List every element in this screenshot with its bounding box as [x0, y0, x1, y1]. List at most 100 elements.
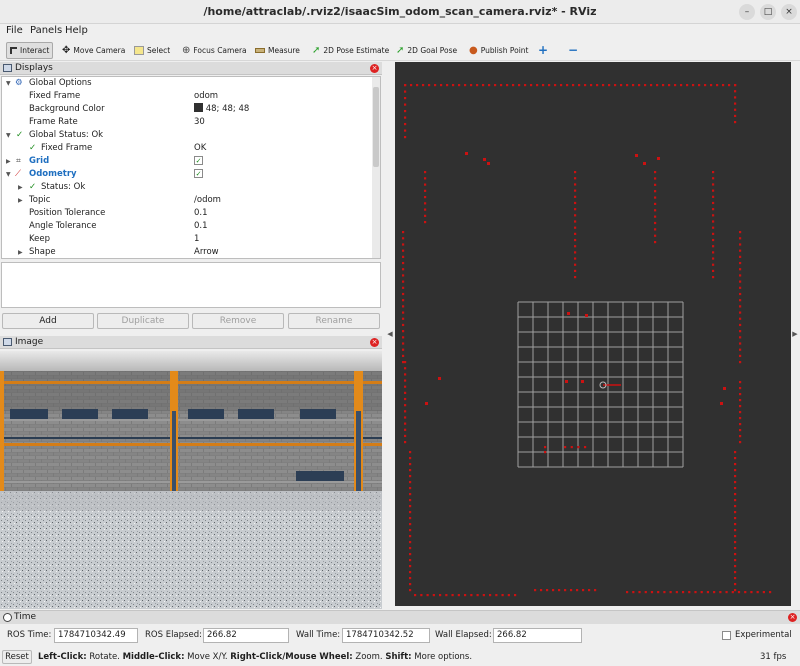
render-viewport[interactable]	[395, 62, 791, 606]
scan-point	[574, 263, 577, 266]
tree-value[interactable]: 48; 48; 48	[194, 103, 249, 116]
scan-point	[739, 411, 742, 414]
tree-row-grid[interactable]: ▶ ⌗ Grid ✓	[2, 155, 374, 168]
scan-point	[654, 177, 657, 180]
map-pin-icon: ●	[469, 45, 478, 56]
add-tool-button[interactable]: +	[535, 42, 551, 59]
collapse-right-icon[interactable]: ▶	[790, 330, 800, 338]
remove-display-button[interactable]: Remove	[192, 313, 284, 329]
menu-panels[interactable]: Panels	[30, 25, 62, 36]
scan-point	[734, 481, 737, 484]
tree-value[interactable]: 0.1	[194, 207, 208, 220]
menu-help[interactable]: Help	[65, 25, 88, 36]
color-value: 48; 48; 48	[205, 104, 250, 114]
scan-point	[654, 202, 657, 206]
close-icon[interactable]: ×	[370, 338, 379, 347]
scan-point	[409, 577, 412, 580]
rename-display-button[interactable]: Rename	[288, 313, 380, 329]
tree-label: Position Tolerance	[29, 208, 106, 218]
experimental-checkbox[interactable]	[722, 631, 731, 640]
focus-camera-tool[interactable]: ⊕ Focus Camera	[179, 42, 250, 59]
scan-point	[713, 591, 716, 594]
checkbox[interactable]: ✓	[194, 156, 203, 165]
collapse-left-icon[interactable]: ◀	[385, 330, 395, 338]
tree-row-fixed-frame-status[interactable]: ✓ Fixed Frame OK	[2, 142, 374, 155]
tree-row-keep[interactable]: Keep 1	[2, 233, 374, 246]
tree-row-background-color[interactable]: Background Color 48; 48; 48	[2, 103, 374, 116]
scan-point	[731, 591, 734, 594]
tree-value[interactable]: Arrow	[194, 246, 219, 258]
tree-row-global-options[interactable]: ▼ ⚙ Global Options	[2, 77, 374, 90]
add-display-button[interactable]: Add	[2, 313, 94, 329]
ros-time-field[interactable]: 1784710342.49	[54, 628, 138, 643]
scan-point	[739, 348, 742, 351]
scan-point	[739, 330, 742, 333]
wall-time-field[interactable]: 1784710342.52	[342, 628, 430, 643]
tree-row-position-tolerance[interactable]: Position Tolerance 0.1	[2, 207, 374, 220]
close-icon[interactable]: ×	[788, 613, 797, 622]
move-camera-tool[interactable]: ✥ Move Camera	[59, 42, 128, 59]
collapse-arrow-icon[interactable]: ▶	[6, 155, 11, 168]
tree-row-shape[interactable]: ▶ Shape Arrow	[2, 246, 374, 258]
odometry-enable-checkbox[interactable]: ✓	[194, 168, 203, 181]
publish-point-tool[interactable]: ● Publish Point	[466, 42, 531, 59]
close-window-button[interactable]: ×	[781, 4, 797, 20]
scan-point	[722, 84, 725, 87]
measure-tool[interactable]: Measure	[252, 42, 303, 59]
interact-tool[interactable]: Interact	[6, 42, 54, 59]
wall-elapsed-field[interactable]: 266.82	[493, 628, 582, 643]
expand-arrow-icon[interactable]: ▼	[6, 129, 11, 142]
close-icon[interactable]: ×	[370, 64, 379, 73]
tree-value[interactable]: 1	[194, 233, 199, 246]
maximize-button[interactable]: □	[760, 4, 776, 20]
tree-row-global-status[interactable]: ▼ ✓ Global Status: Ok	[2, 129, 374, 142]
scan-point	[712, 189, 715, 192]
scan-point	[588, 589, 591, 592]
tree-row-odometry[interactable]: ▼ ⟋ Odometry ✓	[2, 168, 374, 181]
tree-row-angle-tolerance[interactable]: Angle Tolerance 0.1	[2, 220, 374, 233]
scan-point	[719, 591, 722, 594]
scan-point	[518, 84, 521, 87]
scan-point	[409, 571, 412, 574]
scan-point	[434, 84, 437, 87]
scan-point	[638, 84, 641, 87]
scan-point	[576, 589, 579, 592]
tree-value[interactable]: odom	[194, 90, 218, 103]
tree-row-frame-rate[interactable]: Frame Rate 30	[2, 116, 374, 129]
expand-arrow-icon[interactable]: ▼	[6, 168, 11, 181]
scrollbar-thumb[interactable]	[373, 87, 379, 167]
tree-value[interactable]: 0.1	[194, 220, 208, 233]
checkbox[interactable]: ✓	[194, 169, 203, 178]
tree-value[interactable]: /odom	[194, 194, 221, 207]
scan-point	[739, 417, 742, 420]
collapse-arrow-icon[interactable]: ▶	[18, 181, 23, 194]
scan-render[interactable]	[395, 62, 791, 606]
collapse-arrow-icon[interactable]: ▶	[18, 246, 23, 258]
tree-scrollbar[interactable]	[372, 77, 380, 258]
tree-row-odometry-status[interactable]: ▶ ✓ Status: Ok	[2, 181, 374, 194]
tree-row-fixed-frame[interactable]: Fixed Frame odom	[2, 90, 374, 103]
remove-tool-button[interactable]: −	[565, 42, 581, 59]
scan-point	[712, 251, 715, 254]
reset-button[interactable]: Reset	[2, 650, 32, 664]
scan-point	[739, 336, 742, 339]
expand-arrow-icon[interactable]: ▼	[6, 77, 11, 90]
scan-point	[654, 228, 657, 231]
scan-point	[734, 583, 737, 586]
scan-point	[674, 84, 677, 87]
grid-enable-checkbox[interactable]: ✓	[194, 155, 203, 168]
scan-point	[402, 243, 405, 246]
goal-pose-tool[interactable]: ➚ 2D Goal Pose	[393, 42, 460, 59]
select-tool[interactable]: Select	[131, 42, 173, 59]
scan-point	[734, 529, 737, 532]
tree-row-topic[interactable]: ▶ Topic /odom	[2, 194, 374, 207]
collapse-arrow-icon[interactable]: ▶	[18, 194, 23, 207]
minimize-button[interactable]: –	[739, 4, 755, 20]
duplicate-display-button[interactable]: Duplicate	[97, 313, 189, 329]
tree-value[interactable]: 30	[194, 116, 205, 129]
menu-file[interactable]: File	[6, 25, 23, 36]
ros-elapsed-field[interactable]: 266.82	[203, 628, 289, 643]
pose-estimate-tool[interactable]: ➚ 2D Pose Estimate	[309, 42, 392, 59]
scan-point	[663, 591, 666, 594]
scan-point	[650, 591, 654, 594]
